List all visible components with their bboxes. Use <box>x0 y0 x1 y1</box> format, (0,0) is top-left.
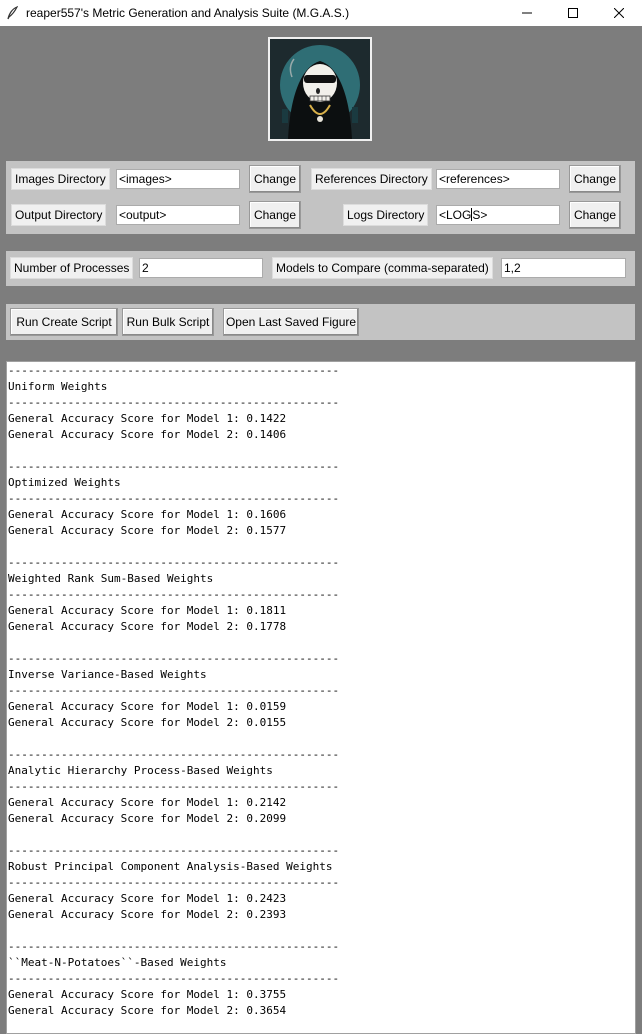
references-directory-label: References Directory <box>311 168 432 190</box>
score-line: General Accuracy Score for Model 1: 0.37… <box>8 988 287 1001</box>
section-heading: Optimized Weights <box>8 476 121 489</box>
images-directory-label: Images Directory <box>11 168 110 190</box>
processes-label: Number of Processes <box>10 257 134 279</box>
models-label: Models to Compare (comma-separated) <box>272 257 493 279</box>
section-heading: Inverse Variance-Based Weights <box>8 668 207 681</box>
score-line: General Accuracy Score for Model 2: 0.36… <box>8 1004 287 1017</box>
score-line: General Accuracy Score for Model 1: 0.16… <box>8 508 287 521</box>
section-heading: Robust Principal Component Analysis-Base… <box>8 860 333 873</box>
logs-value-part2: S> <box>472 208 488 222</box>
minimize-icon[interactable] <box>504 0 550 26</box>
separator-line: ----------------------------------------… <box>8 588 340 601</box>
section-heading: ``Meat-N-Potatoes``-Based Weights <box>8 956 227 969</box>
settings-frame: Number of Processes 2 Models to Compare … <box>6 251 635 286</box>
separator-line: ----------------------------------------… <box>8 684 340 697</box>
close-icon[interactable] <box>596 0 642 26</box>
separator-line: ----------------------------------------… <box>8 876 340 889</box>
output-directory-label: Output Directory <box>11 204 107 226</box>
references-directory-input[interactable]: <references> <box>436 169 560 189</box>
score-line: General Accuracy Score for Model 2: 0.17… <box>8 620 287 633</box>
output-textbox[interactable]: ----------------------------------------… <box>6 361 636 1034</box>
open-last-figure-button[interactable]: Open Last Saved Figure <box>223 308 359 336</box>
actions-frame: Run Create Script Run Bulk Script Open L… <box>6 304 635 340</box>
window-title: reaper557's Metric Generation and Analys… <box>26 6 350 20</box>
logs-directory-label: Logs Directory <box>343 204 429 226</box>
separator-line: ----------------------------------------… <box>8 492 340 505</box>
logs-directory-input[interactable]: <LOGS> <box>436 205 560 225</box>
feather-icon <box>6 5 19 20</box>
score-line: General Accuracy Score for Model 1: 0.21… <box>8 796 287 809</box>
score-line: General Accuracy Score for Model 2: 0.15… <box>8 524 287 537</box>
separator-line: ----------------------------------------… <box>8 396 340 409</box>
score-line: General Accuracy Score for Model 1: 0.01… <box>8 700 287 713</box>
window-controls <box>504 0 642 26</box>
run-create-script-button[interactable]: Run Create Script <box>10 308 118 336</box>
output-directory-input[interactable]: <output> <box>116 205 240 225</box>
run-bulk-script-button[interactable]: Run Bulk Script <box>122 308 214 336</box>
section-heading: Uniform Weights <box>8 380 108 393</box>
change-images-button[interactable]: Change <box>249 165 301 193</box>
score-line: General Accuracy Score for Model 1: 0.14… <box>8 412 287 425</box>
section-heading: Analytic Hierarchy Process-Based Weights <box>8 764 273 777</box>
separator-line: ----------------------------------------… <box>8 460 340 473</box>
processes-input[interactable]: 2 <box>139 258 263 278</box>
score-line: General Accuracy Score for Model 2: 0.01… <box>8 716 287 729</box>
maximize-icon[interactable] <box>550 0 596 26</box>
change-output-button[interactable]: Change <box>249 201 301 229</box>
separator-line: ----------------------------------------… <box>8 652 340 665</box>
separator-line: ----------------------------------------… <box>8 780 340 793</box>
separator-line: ----------------------------------------… <box>8 364 340 377</box>
score-line: General Accuracy Score for Model 2: 0.23… <box>8 908 287 921</box>
section-heading: Weighted Rank Sum-Based Weights <box>8 572 214 585</box>
score-line: General Accuracy Score for Model 1: 0.24… <box>8 892 287 905</box>
change-references-button[interactable]: Change <box>569 165 621 193</box>
output-text: ----------------------------------------… <box>7 362 635 1019</box>
change-logs-button[interactable]: Change <box>569 201 621 229</box>
separator-line: ----------------------------------------… <box>8 556 340 569</box>
logs-value-part1: <LOG <box>439 208 472 222</box>
models-input[interactable]: 1,2 <box>501 258 626 278</box>
title-bar: reaper557's Metric Generation and Analys… <box>0 0 642 26</box>
score-line: General Accuracy Score for Model 2: 0.20… <box>8 812 287 825</box>
directories-frame: Images Directory <images> Change Referen… <box>6 161 635 234</box>
skull-reaper-logo <box>268 37 372 141</box>
separator-line: ----------------------------------------… <box>8 940 340 953</box>
score-line: General Accuracy Score for Model 1: 0.18… <box>8 604 287 617</box>
separator-line: ----------------------------------------… <box>8 748 340 761</box>
separator-line: ----------------------------------------… <box>8 844 340 857</box>
images-directory-input[interactable]: <images> <box>116 169 240 189</box>
separator-line: ----------------------------------------… <box>8 972 340 985</box>
score-line: General Accuracy Score for Model 2: 0.14… <box>8 428 287 441</box>
